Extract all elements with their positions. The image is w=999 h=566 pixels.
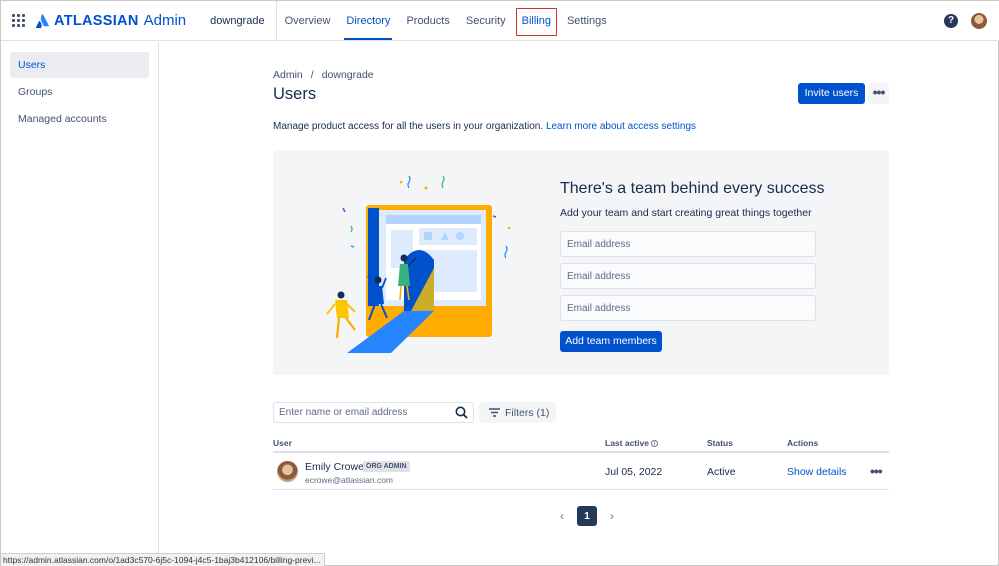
avatar [277, 461, 298, 482]
users-table-header: User Last active i Status Actions [273, 436, 889, 453]
more-actions-button[interactable]: ••• [868, 83, 889, 104]
promo-subtitle: Add your team and start creating great t… [560, 207, 812, 219]
logo-text: ATLASSIAN [54, 12, 139, 29]
status-value: Active [707, 466, 736, 478]
filters-button[interactable]: Filters (1) [479, 402, 556, 423]
top-navigation-bar: ATLASSIAN Admin downgrade Overview Direc… [1, 0, 999, 41]
email-field-2[interactable] [560, 263, 816, 289]
learn-more-link[interactable]: Learn more about access settings [546, 121, 696, 132]
atlassian-logo-icon [36, 13, 49, 28]
nav-security[interactable]: Security [458, 1, 514, 41]
prev-page-icon[interactable]: ‹ [555, 506, 569, 526]
nav-products[interactable]: Products [398, 1, 457, 41]
page-title: Users [273, 85, 317, 103]
breadcrumb-admin[interactable]: Admin [273, 69, 303, 81]
table-row: Emily Crowe ORG ADMIN ecrowe@atlassian.c… [273, 454, 889, 490]
breadcrumb: Admin / downgrade [273, 69, 374, 81]
nav-settings[interactable]: Settings [559, 1, 615, 41]
add-team-members-button[interactable]: Add team members [560, 331, 662, 352]
page-description: Manage product access for all the users … [273, 121, 696, 132]
page-1-button[interactable]: 1 [577, 506, 597, 526]
show-details-link[interactable]: Show details [787, 466, 847, 478]
search-icon[interactable] [455, 406, 468, 419]
user-name[interactable]: Emily Crowe [305, 461, 364, 473]
search-input[interactable] [274, 403, 444, 421]
invite-users-button[interactable]: Invite users [798, 83, 865, 104]
nav-overview[interactable]: Overview [277, 1, 339, 41]
org-switcher[interactable]: downgrade [210, 0, 277, 41]
profile-avatar[interactable] [971, 13, 987, 29]
sidebar-item-users[interactable]: Users [10, 52, 149, 78]
sidebar-item-groups[interactable]: Groups [10, 79, 149, 105]
info-icon[interactable]: i [650, 440, 658, 448]
nav-billing[interactable]: Billing [514, 1, 559, 41]
sidebar-item-managed-accounts[interactable]: Managed accounts [10, 106, 149, 132]
nav-directory[interactable]: Directory [338, 1, 398, 41]
atlassian-logo[interactable]: ATLASSIAN Admin [36, 12, 186, 29]
org-admin-badge: ORG ADMIN [363, 461, 410, 472]
col-user: User [273, 438, 292, 448]
product-name: Admin [143, 12, 187, 29]
filter-icon [489, 408, 500, 417]
col-last-active-label: Last active [605, 438, 649, 448]
main-content: Admin / downgrade Users Invite users •••… [160, 42, 999, 566]
status-bar-url: https://admin.atlassian.com/o/1ad3c570-6… [1, 553, 325, 566]
team-illustration [326, 175, 511, 353]
filters-label: Filters (1) [505, 406, 550, 419]
last-active-value: Jul 05, 2022 [605, 466, 663, 478]
main-nav: Overview Directory Products Security Bil… [277, 1, 615, 41]
email-field-3[interactable] [560, 295, 816, 321]
email-field-1[interactable] [560, 231, 816, 257]
col-actions: Actions [787, 438, 819, 448]
breadcrumb-org[interactable]: downgrade [322, 69, 374, 81]
invite-promo-panel: There's a team behind every success Add … [273, 150, 889, 375]
user-email: ecrowe@atlassian.com [305, 475, 393, 485]
description-text: Manage product access for all the users … [273, 121, 544, 132]
sidebar: Users Groups Managed accounts [1, 42, 159, 566]
col-status: Status [707, 438, 733, 448]
next-page-icon[interactable]: › [605, 506, 619, 526]
app-switcher-icon[interactable] [12, 13, 26, 28]
promo-title: There's a team behind every success [560, 180, 825, 197]
row-more-button[interactable]: ••• [870, 463, 883, 479]
user-search [273, 402, 474, 423]
pagination: ‹ 1 › [555, 506, 619, 526]
col-last-active: Last active i [605, 438, 658, 448]
help-icon[interactable]: ? [944, 14, 958, 28]
breadcrumb-separator: / [310, 69, 314, 81]
